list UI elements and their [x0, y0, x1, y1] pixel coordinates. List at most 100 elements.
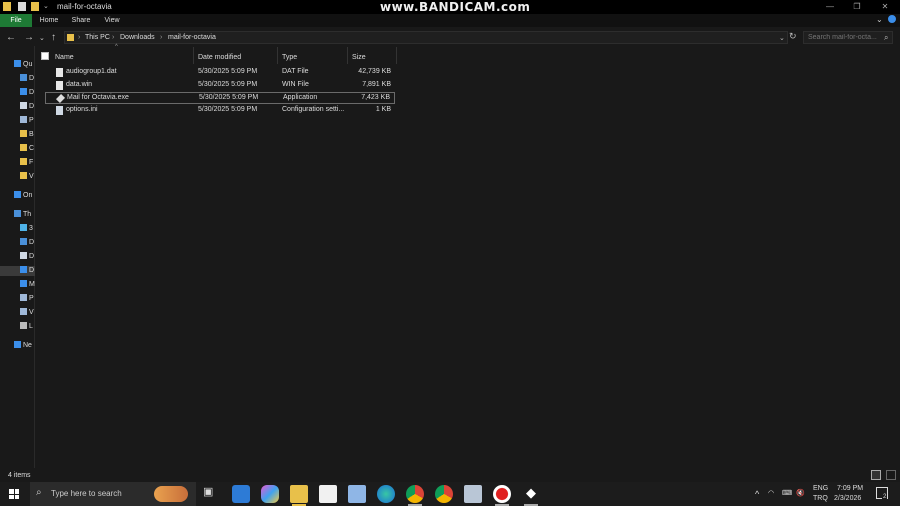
address-dropdown-icon[interactable]: ⌄: [779, 34, 785, 42]
nav-item[interactable]: D: [0, 266, 35, 276]
edge-browser-icon[interactable]: [377, 485, 395, 503]
column-header-date[interactable]: Date modified: [198, 51, 241, 64]
breadcrumb-separator-icon[interactable]: ›: [160, 34, 162, 41]
properties-icon[interactable]: [18, 2, 26, 11]
file-date: 5/30/2025 5:09 PM: [198, 68, 258, 75]
search-box[interactable]: ⌕: [803, 31, 893, 44]
nav-item-label: D: [29, 253, 35, 260]
printer-app-icon[interactable]: [464, 485, 482, 503]
task-view-icon[interactable]: ▣: [203, 485, 221, 503]
folder-icon: [20, 158, 27, 165]
copilot-icon[interactable]: [261, 485, 279, 503]
nav-item[interactable]: L: [20, 322, 40, 332]
maximize-button[interactable]: ❐: [843, 1, 871, 13]
show-hidden-icons-icon[interactable]: ^: [755, 489, 759, 499]
nav-item[interactable]: V: [20, 308, 40, 318]
mail-game-icon[interactable]: ◆: [522, 485, 540, 503]
nav-item[interactable]: On: [14, 191, 34, 201]
breadcrumb-current-folder[interactable]: mail-for-octavia: [168, 34, 216, 41]
title-bar: ⌄ mail-for-octavia www.BANDICAM.com — ❐ …: [0, 0, 900, 14]
notification-count-badge: 2: [882, 494, 888, 500]
nav-item[interactable]: D: [20, 74, 40, 84]
nav-item[interactable]: D: [20, 238, 40, 248]
breadcrumb-separator-icon[interactable]: ›: [78, 34, 80, 41]
search-highlight-icon[interactable]: [154, 486, 188, 502]
customize-toolbar-icon[interactable]: ⌄: [43, 2, 49, 10]
nav-item[interactable]: P: [20, 116, 40, 126]
tab-view[interactable]: View: [100, 14, 124, 27]
windows-start-icon[interactable]: [9, 489, 19, 499]
record-icon[interactable]: [493, 485, 511, 503]
breadcrumb-this-pc[interactable]: This PC: [85, 34, 110, 41]
download-icon: [20, 88, 27, 95]
nav-item[interactable]: V: [20, 172, 40, 182]
large-icons-view-icon[interactable]: [886, 470, 896, 480]
file-size: 1 KB: [375, 105, 391, 113]
minimize-button[interactable]: —: [816, 1, 844, 13]
close-button[interactable]: ✕: [871, 1, 899, 13]
tab-home[interactable]: Home: [36, 14, 62, 27]
mail-app-icon[interactable]: [232, 485, 250, 503]
search-icon[interactable]: ⌕: [884, 33, 888, 43]
keyboard-icon[interactable]: ⌨: [782, 489, 792, 497]
column-divider[interactable]: [193, 47, 194, 64]
network-icon[interactable]: ◠: [768, 489, 774, 497]
forward-arrow-icon[interactable]: →: [24, 32, 34, 43]
clock-time[interactable]: 7:09 PM: [837, 485, 863, 492]
language-indicator[interactable]: ENG: [813, 485, 828, 492]
details-view-icon[interactable]: [871, 470, 881, 480]
nav-item[interactable]: B: [20, 130, 40, 140]
taskbar-search[interactable]: ⌕ Type here to search: [30, 482, 196, 506]
column-header-name[interactable]: Name: [55, 51, 74, 64]
help-icon[interactable]: [888, 15, 896, 23]
nav-item-label: B: [29, 131, 34, 138]
chrome-browser-icon[interactable]: [435, 485, 453, 503]
search-icon: ⌕: [36, 487, 42, 498]
nav-item[interactable]: Th: [14, 210, 34, 220]
tab-file[interactable]: File: [0, 14, 32, 27]
store-icon[interactable]: [319, 485, 337, 503]
search-input[interactable]: [804, 32, 878, 43]
clock-date[interactable]: 2/3/2026: [834, 495, 861, 502]
select-all-checkbox[interactable]: [41, 52, 49, 60]
volume-muted-icon[interactable]: 🔇: [796, 489, 805, 497]
recent-locations-icon[interactable]: ⌄: [39, 34, 45, 42]
file-type: Application: [283, 94, 318, 102]
folder-icon: [20, 172, 27, 179]
computer-icon[interactable]: [348, 485, 366, 503]
breadcrumb[interactable]: › This PC › Downloads › mail-for-octavia…: [64, 31, 788, 44]
expand-ribbon-icon[interactable]: ⌄: [876, 15, 883, 24]
nav-item[interactable]: M: [20, 280, 40, 290]
column-divider[interactable]: [277, 47, 278, 64]
navigation-pane[interactable]: Qu D D D P B C F V On Th 3 D D D M P V L Ne: [0, 46, 35, 468]
up-arrow-icon[interactable]: ↑: [51, 32, 56, 43]
region-indicator[interactable]: TRQ: [813, 495, 828, 502]
back-arrow-icon[interactable]: ←: [6, 32, 16, 43]
nav-item[interactable]: D: [20, 102, 40, 112]
settings-file-icon: [56, 105, 63, 115]
document-icon: [20, 252, 27, 259]
nav-item[interactable]: 3: [20, 224, 40, 234]
nav-item[interactable]: D: [20, 88, 40, 98]
file-explorer-icon[interactable]: [290, 485, 308, 503]
column-divider[interactable]: [347, 47, 348, 64]
file-row[interactable]: Mail for Octavia.exe 5/30/2025 5:09 PM App…: [45, 92, 395, 105]
nav-item[interactable]: C: [20, 144, 40, 154]
file-row[interactable]: data.win 5/30/2025 5:09 PM WIN File 7,891 K…: [45, 80, 395, 92]
column-divider[interactable]: [396, 47, 397, 64]
nav-item[interactable]: Qu: [14, 60, 34, 70]
refresh-icon[interactable]: ↻: [789, 31, 797, 42]
nav-item[interactable]: P: [20, 294, 40, 304]
file-row[interactable]: audiogroup1.dat 5/30/2025 5:09 PM DAT File…: [45, 67, 395, 79]
breadcrumb-separator-icon[interactable]: ›: [112, 34, 114, 41]
new-folder-icon[interactable]: [31, 2, 39, 11]
nav-item[interactable]: F: [20, 158, 40, 168]
nav-item[interactable]: Ne: [14, 341, 34, 351]
breadcrumb-downloads[interactable]: Downloads: [120, 34, 155, 41]
tab-share[interactable]: Share: [67, 14, 95, 27]
chrome-browser-icon[interactable]: [406, 485, 424, 503]
column-header-type[interactable]: Type: [282, 51, 297, 64]
column-header-size[interactable]: Size: [352, 51, 366, 64]
nav-item[interactable]: D: [20, 252, 40, 262]
file-row[interactable]: options.ini 5/30/2025 5:09 PM Configuratio…: [45, 105, 395, 117]
